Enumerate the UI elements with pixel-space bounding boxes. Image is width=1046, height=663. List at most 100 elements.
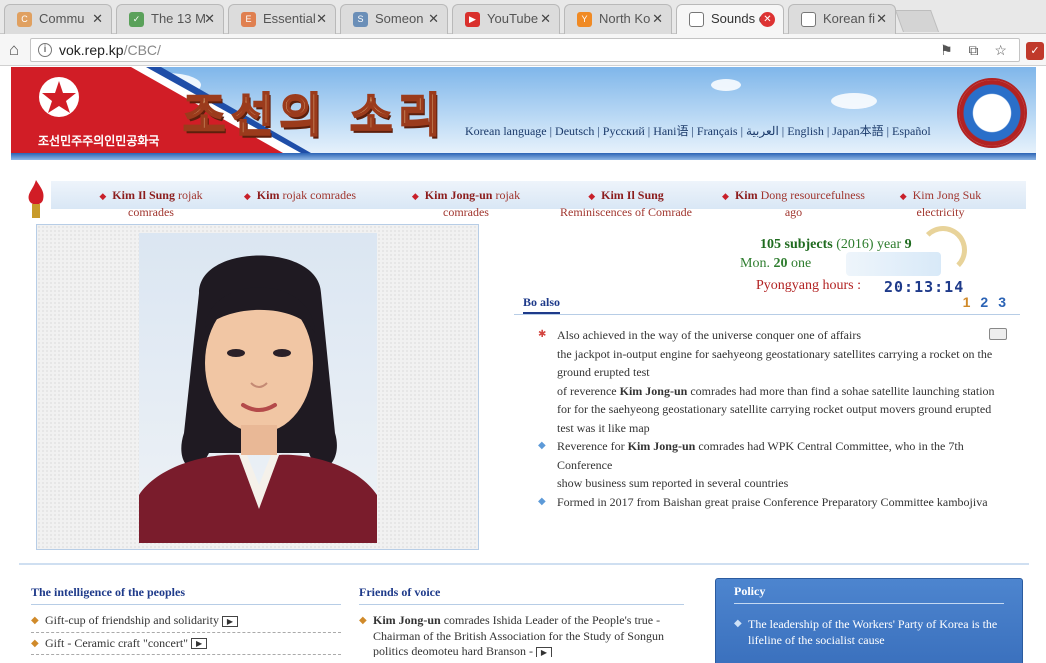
see-also-tab[interactable]: Bo also (523, 295, 561, 314)
nav-item[interactable]: ◆ Kim Jong Suk electricity (893, 187, 988, 220)
bullet-icon: ◆ (411, 191, 419, 201)
home-icon[interactable]: ⌂ (4, 40, 24, 60)
tab-close-icon[interactable]: ✕ (876, 5, 887, 32)
language-link[interactable]: Korean language (465, 124, 547, 138)
page-link[interactable]: 1 (963, 294, 981, 310)
play-icon[interactable]: ▶ (535, 646, 552, 657)
tab-label: North Ko (599, 11, 651, 26)
tab-favicon-icon (689, 12, 704, 27)
tab-close-icon[interactable]: ✕ (760, 12, 775, 27)
browser-tab[interactable]: Y North Ko ✕ (564, 4, 672, 34)
list-item[interactable]: ◆ Gift-cup of friendship and solidarity ▶ (31, 613, 341, 633)
page-link[interactable]: 3 (998, 294, 1016, 310)
browser-tab[interactable]: Sounds c ✕ (676, 4, 784, 34)
tab-close-icon[interactable]: ✕ (316, 5, 327, 32)
list-item-label: Gift - Ceramic craft "concert" (45, 635, 189, 650)
tab-close-icon[interactable]: ✕ (428, 5, 439, 32)
tab-label: Essential (263, 11, 316, 26)
nav-item[interactable]: ◆ Kim Dong resourcefulness ago (711, 187, 876, 220)
info-icon[interactable]: i (38, 43, 52, 57)
bullet-icon: ◆ (31, 615, 39, 626)
section-divider (19, 563, 1029, 565)
omnibox-actions-icon[interactable]: ⚑ ⧉ ☆ (940, 39, 1013, 61)
friends-list: ◆ Kim Jong-un comrades Ishida Leader of t… (359, 613, 684, 657)
language-link[interactable]: Français (697, 124, 738, 138)
peoples-heading[interactable]: The intelligence of the peoples (31, 585, 341, 605)
tab-label: The 13 M (151, 11, 206, 26)
tab-favicon-icon (801, 12, 816, 27)
tab-label: Korean fi (823, 11, 876, 26)
bullet-icon: ◆ (538, 440, 546, 451)
tab-close-icon[interactable]: ✕ (540, 5, 551, 32)
bullet-icon: ◆ (243, 191, 251, 201)
language-link[interactable]: Русский (603, 124, 645, 138)
tab-close-icon[interactable]: ✕ (204, 5, 215, 32)
language-links: Korean language | Deutsch | Русский | Ha… (465, 124, 931, 138)
browser-tab[interactable]: C Commu ✕ (4, 4, 112, 34)
list-item[interactable]: ◆ Formed in 2017 from Baishan great prais… (536, 493, 996, 512)
tab-favicon-icon: E (241, 12, 256, 27)
bullet-icon: ◆ (99, 191, 107, 201)
torch-icon (28, 180, 44, 218)
tab-favicon-icon: ✓ (129, 12, 144, 27)
browser-tab[interactable]: E Essential ✕ (228, 4, 336, 34)
tab-label: YouTube (487, 11, 539, 26)
language-link[interactable]: Español (892, 124, 931, 138)
browser-tab[interactable]: ✓ The 13 M ✕ (116, 4, 224, 34)
page-link[interactable]: 2 (980, 294, 998, 310)
bullet-icon: ◆ (31, 637, 39, 649)
play-icon[interactable]: ▶ (191, 638, 208, 650)
banner-stripe (11, 153, 1036, 160)
tab-label: Sounds c (711, 11, 766, 26)
list-item[interactable]: ◆ Reverence for Kim Jong-un comrades had … (536, 437, 996, 493)
peoples-list: ◆ Gift-cup of friendship and solidarity ▶ ◆… (31, 613, 341, 658)
site-title[interactable]: 조선의 소리 (182, 79, 447, 145)
language-link[interactable]: English (787, 124, 824, 138)
browser-tab[interactable]: ▶ YouTube ✕ (452, 4, 560, 34)
browser-tab[interactable]: S Someon ✕ (340, 4, 448, 34)
extension-icon[interactable]: ✓ (1026, 42, 1044, 60)
friends-heading[interactable]: Friends of voice (359, 585, 684, 605)
tab-favicon-icon: Y (577, 12, 592, 27)
nav-item[interactable]: ◆ Kim Jong-un rojak comrades (406, 187, 526, 220)
vok-logo[interactable]: VOK (957, 78, 1027, 148)
play-icon[interactable]: ▶ (221, 615, 238, 627)
tab-close-icon[interactable]: ✕ (92, 5, 103, 32)
browser-tab[interactable]: Korean fi ✕ (788, 4, 896, 34)
country-label: 조선민주주의인민공화국 (35, 131, 163, 150)
bullet-icon: ◆ (899, 191, 907, 201)
pyongyang-hours-label: Pyongyang hours : (756, 278, 861, 293)
tab-close-icon[interactable]: ✕ (652, 5, 663, 32)
policy-item[interactable]: ◆ The leadership of the Workers' Party of… (734, 616, 1014, 648)
list-item[interactable]: ✱ Also achieved in the way of the univers… (536, 326, 996, 437)
new-tab-button[interactable] (894, 10, 940, 32)
policy-box: Policy ◆ The leadership of the Workers' P… (715, 578, 1023, 663)
browser-tab-strip: C Commu ✕ ✓ The 13 M ✕ E Essential ✕ S Someon ✕ ▶ You… (0, 0, 1046, 34)
list-item[interactable]: ◆ Gift - Ceramic craft "concert" ▶ (31, 635, 341, 655)
month-day: Mon. 20 one (740, 256, 812, 271)
portrait-image[interactable] (139, 233, 377, 543)
pager: 123 (963, 294, 1016, 310)
address-bar[interactable]: i vok.rep.kp/CBC/ ⚑ ⧉ ☆ (30, 38, 1020, 62)
bullet-icon: ✱ (538, 329, 547, 340)
pyongyang-clock: 20:13:14 (884, 278, 965, 296)
nav-item[interactable]: ◆ Kim rojak comrades (235, 187, 365, 204)
list-item[interactable]: ◆ Kim Jong-un comrades Ishida Leader of t… (359, 613, 684, 657)
language-link[interactable]: Deutsch (555, 124, 594, 138)
url-text: vok.rep.kp/CBC/ (59, 42, 161, 58)
language-link[interactable]: Japan本語 (832, 124, 883, 138)
subjects-count: 105 subjects (2016) year 9 (760, 237, 912, 252)
nav-item[interactable]: ◆ Kim Il Sung rojak comrades (81, 187, 221, 220)
site-banner: 조선의 소리 조선민주주의인민공화국 Korean language | Deu… (11, 67, 1036, 153)
web-page: 조선의 소리 조선민주주의인민공화국 Korean language | Deu… (11, 67, 1036, 663)
bullet-icon: ◆ (722, 191, 729, 201)
main-nav: ◆ Kim Il Sung rojak comrades ◆ Kim rojak com… (11, 177, 1036, 219)
see-also-header: Bo also 123 (514, 294, 1020, 315)
see-also-list: ✱ Also achieved in the way of the univers… (536, 326, 996, 542)
nav-item[interactable]: ◆ Kim Il Sung Reminiscences of Comrade (551, 187, 701, 220)
language-link[interactable]: Hani语 (653, 124, 688, 138)
browser-toolbar: ⌂ i vok.rep.kp/CBC/ ⚑ ⧉ ☆ ✓ (0, 34, 1046, 66)
tab-favicon-icon: ▶ (465, 12, 480, 27)
policy-heading[interactable]: Policy (734, 584, 1004, 604)
language-link[interactable]: العربية (746, 124, 779, 138)
